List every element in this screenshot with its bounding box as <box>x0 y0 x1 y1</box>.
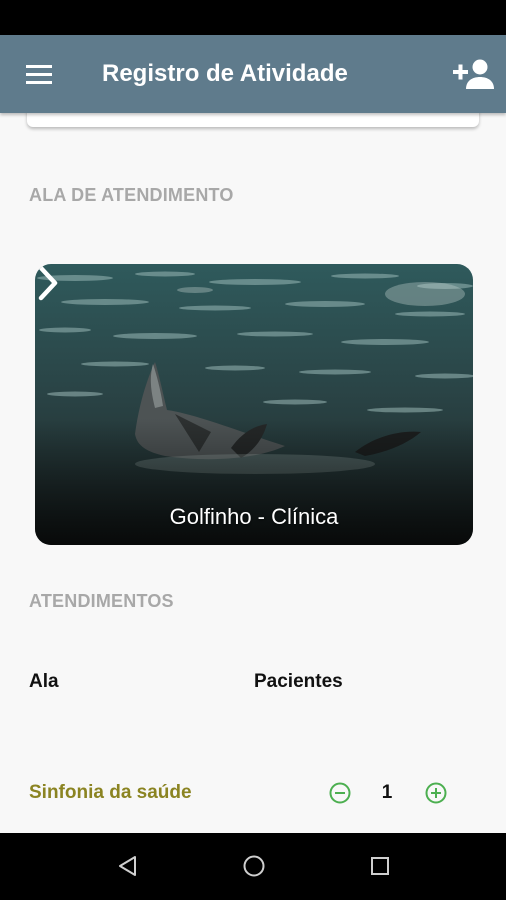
ward-section-header: ALA DE ATENDIMENTO <box>29 185 234 205</box>
square-recents-icon[interactable] <box>368 854 392 878</box>
triangle-back-icon[interactable] <box>116 854 140 878</box>
attendance-section-header: ATENDIMENTOS <box>29 591 174 611</box>
plus-circle-icon[interactable] <box>425 782 447 804</box>
add-person-icon[interactable] <box>452 57 496 91</box>
ward-card-label: Golfinho - Clínica <box>169 504 339 529</box>
app-bar: Registro de Atividade <box>0 35 506 113</box>
ward-card[interactable]: Golfinho - Clínica <box>35 264 473 545</box>
main-content: ALA DE ATENDIMENTO Golfinho - Clínica AT… <box>0 113 506 833</box>
status-bar <box>0 0 506 35</box>
column-header-ala: Ala <box>29 671 59 692</box>
menu-icon[interactable] <box>26 64 54 86</box>
minus-circle-icon[interactable] <box>329 782 351 804</box>
circle-home-icon[interactable] <box>242 854 266 878</box>
top-card <box>27 113 479 127</box>
page-title: Registro de Atividade <box>102 60 348 87</box>
chevron-right-icon[interactable] <box>35 264 61 302</box>
patient-count: 1 <box>381 782 393 803</box>
column-header-pacientes: Pacientes <box>254 671 343 692</box>
navigation-bar <box>0 833 506 900</box>
attendance-row-name: Sinfonia da saúde <box>29 782 192 803</box>
